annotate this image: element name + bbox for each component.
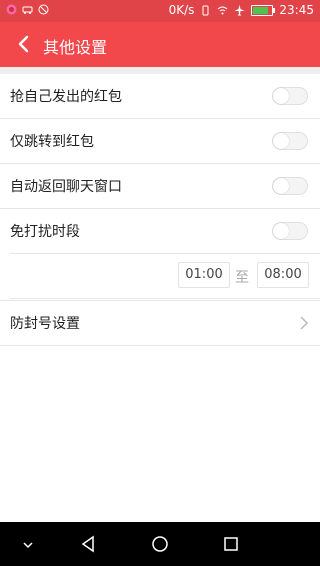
notification-badge-icon bbox=[6, 4, 17, 15]
top-divider bbox=[0, 67, 320, 74]
chevron-down-icon[interactable] bbox=[18, 534, 38, 554]
setting-label: 免打扰时段 bbox=[10, 224, 80, 240]
grab-own-toggle[interactable] bbox=[272, 87, 308, 105]
setting-row-anti-ban[interactable]: 防封号设置 bbox=[0, 300, 320, 346]
status-bar: 0K/s 23:45 bbox=[0, 0, 320, 22]
wifi-icon bbox=[218, 6, 228, 14]
block-icon bbox=[38, 4, 49, 15]
chevron-right-icon bbox=[300, 316, 309, 330]
setting-label: 防封号设置 bbox=[10, 316, 80, 332]
network-speed: 0K/s bbox=[168, 3, 195, 17]
setting-label: 自动返回聊天窗口 bbox=[10, 179, 122, 195]
airplane-icon bbox=[234, 4, 245, 15]
home-circle-icon[interactable] bbox=[150, 534, 170, 554]
dnd-end-time[interactable]: 08:00 bbox=[257, 262, 309, 288]
setting-row-jump-only: 仅跳转到红包 bbox=[0, 119, 320, 164]
toggle-knob bbox=[273, 133, 289, 149]
toggle-knob bbox=[273, 178, 289, 194]
vibrate-icon bbox=[202, 5, 209, 15]
settings-list: 抢自己发出的红包 仅跳转到红包 自动返回聊天窗口 免打扰时段 01:00 至 0… bbox=[0, 74, 320, 346]
jump-only-toggle[interactable] bbox=[272, 132, 308, 150]
back-triangle-icon[interactable] bbox=[79, 534, 99, 554]
status-left-icons bbox=[6, 4, 49, 15]
page-title: 其他设置 bbox=[43, 38, 108, 57]
setting-row-auto-return: 自动返回聊天窗口 bbox=[0, 164, 320, 209]
status-right: 0K/s 23:45 bbox=[169, 3, 314, 17]
dnd-time-range: 01:00 至 08:00 bbox=[10, 253, 320, 299]
app-bar: 其他设置 bbox=[0, 22, 320, 67]
setting-label: 仅跳转到红包 bbox=[10, 134, 94, 150]
recents-square-icon[interactable] bbox=[221, 534, 241, 554]
auto-return-toggle[interactable] bbox=[272, 177, 308, 195]
battery-icon bbox=[251, 4, 276, 16]
clock: 23:45 bbox=[279, 3, 314, 17]
car-icon bbox=[22, 6, 33, 14]
setting-label: 抢自己发出的红包 bbox=[10, 89, 122, 105]
toggle-knob bbox=[273, 88, 289, 104]
toggle-knob bbox=[273, 223, 289, 239]
dnd-start-time[interactable]: 01:00 bbox=[178, 262, 230, 288]
dnd-toggle[interactable] bbox=[272, 222, 308, 240]
time-range-separator: 至 bbox=[235, 270, 249, 286]
chevron-left-icon[interactable] bbox=[14, 34, 34, 54]
setting-row-dnd: 免打扰时段 bbox=[0, 209, 320, 253]
navigation-bar bbox=[0, 522, 320, 566]
setting-row-grab-own: 抢自己发出的红包 bbox=[0, 74, 320, 119]
